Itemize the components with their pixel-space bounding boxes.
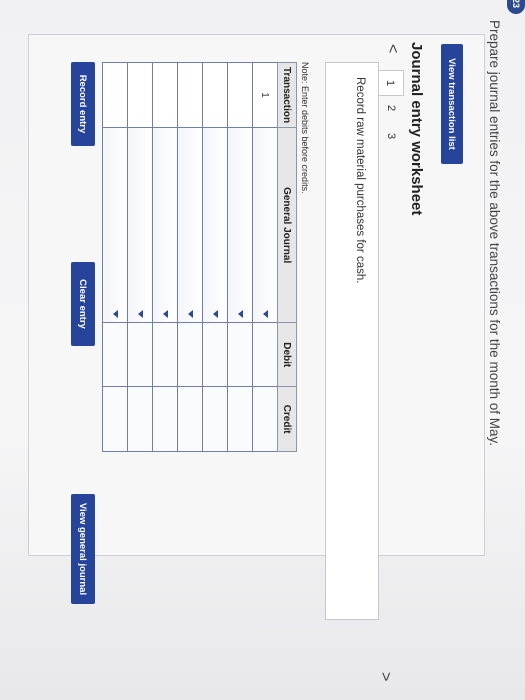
debit-input[interactable] [227,322,253,387]
transaction-cell [177,62,203,128]
table-header-row: Transaction General Journal Debit Credit [277,62,297,452]
debit-input[interactable] [202,322,228,387]
record-entry-button[interactable]: Record entry [71,62,95,146]
tab-3[interactable]: 3 [378,124,404,148]
debit-input[interactable] [152,322,178,387]
view-transaction-list-button[interactable]: View transaction list [441,44,463,164]
account-select[interactable] [177,127,203,323]
transaction-cell [202,62,228,128]
transaction-cell [127,62,153,128]
table-row [177,62,203,452]
credit-input[interactable] [102,386,128,452]
header-general-journal: General Journal [277,127,297,323]
table-row: 1 [252,62,278,452]
view-general-journal-button[interactable]: View general journal [71,494,95,604]
account-select[interactable] [202,127,228,323]
transaction-description-box: Record raw material purchases for cash. [325,62,379,620]
table-row [202,62,228,452]
debit-input[interactable] [102,322,128,387]
table-row [152,62,178,452]
tab-2[interactable]: 2 [378,96,404,120]
transaction-cell [152,62,178,128]
transaction-description: Record raw material purchases for cash. [354,77,366,284]
previous-arrow-icon[interactable]: < [383,44,401,53]
account-select[interactable] [102,127,128,323]
account-select[interactable] [127,127,153,323]
account-select[interactable] [252,127,278,323]
credit-input[interactable] [127,386,153,452]
header-credit: Credit [277,386,297,452]
transaction-cell: 1 [252,62,278,128]
account-select[interactable] [152,127,178,323]
account-select[interactable] [227,127,253,323]
credit-input[interactable] [202,386,228,452]
transaction-cell [102,62,128,128]
transaction-cell [227,62,253,128]
table-row [127,62,153,452]
header-debit: Debit [277,322,297,387]
table-row [227,62,253,452]
worksheet-title: Journal entry worksheet [408,42,425,216]
credit-input[interactable] [227,386,253,452]
debits-note: Note: Enter debits before credits. [300,62,310,194]
tab-1[interactable]: 1 [377,70,404,96]
credit-input[interactable] [177,386,203,452]
debit-input[interactable] [252,322,278,387]
screen: 23 Prepare journal entries for the above… [0,0,525,700]
step-badge: 23 [507,0,525,14]
credit-input[interactable] [152,386,178,452]
journal-table: Transaction General Journal Debit Credit… [102,62,297,452]
table-row [102,62,128,452]
next-arrow-icon[interactable]: > [376,672,394,681]
debit-input[interactable] [177,322,203,387]
clear-entry-button[interactable]: Clear entry [71,262,95,346]
instruction-text: Prepare journal entries for the above tr… [487,20,502,446]
debit-input[interactable] [127,322,153,387]
credit-input[interactable] [252,386,278,452]
header-transaction: Transaction [277,62,297,128]
